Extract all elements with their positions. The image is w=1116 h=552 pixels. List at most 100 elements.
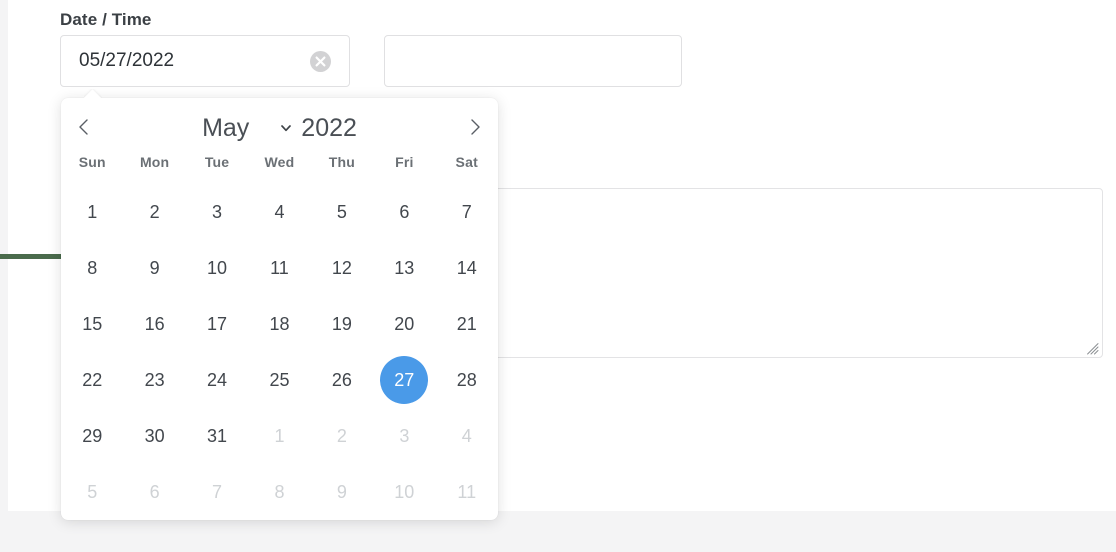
calendar-day-label: 6: [149, 481, 160, 502]
calendar-day-label: 8: [274, 481, 285, 502]
calendar-day-label: 10: [207, 257, 228, 278]
calendar-day-label: 18: [269, 313, 290, 334]
weekday-header: Wed: [264, 154, 295, 170]
date-input-value: 05/27/2022: [79, 50, 175, 71]
calendar-day-label: 5: [87, 481, 98, 502]
calendar-day-label: 12: [331, 257, 352, 278]
calendar-day[interactable]: 15: [61, 296, 123, 352]
calendar-day[interactable]: 1: [248, 408, 310, 464]
calendar-day-label: 4: [274, 201, 285, 222]
weekday-header: Sat: [455, 154, 478, 170]
calendar-day-label: 9: [149, 257, 160, 278]
calendar-day-label: 4: [461, 425, 472, 446]
calendar-day-label: 7: [212, 481, 223, 502]
year-label[interactable]: 2022: [301, 114, 357, 143]
calendar-day[interactable]: 10: [186, 240, 248, 296]
calendar-day[interactable]: 24: [186, 352, 248, 408]
calendar-day[interactable]: 5: [311, 184, 373, 240]
calendar-day-label: 20: [394, 313, 415, 334]
calendar-day-label: 1: [274, 425, 285, 446]
calendar-day[interactable]: 28: [436, 352, 498, 408]
calendar-day[interactable]: 7: [186, 464, 248, 520]
calendar-day[interactable]: 21: [436, 296, 498, 352]
calendar-day-label: 2: [336, 425, 347, 446]
calendar-day-label: 19: [331, 313, 352, 334]
calendar-day[interactable]: 18: [248, 296, 310, 352]
calendar-header: May 2022: [61, 106, 498, 150]
calendar-day[interactable]: 6: [373, 184, 435, 240]
clear-date-icon[interactable]: [310, 51, 331, 72]
calendar-day-label: 26: [331, 369, 352, 390]
calendar-day[interactable]: 2: [123, 184, 185, 240]
date-input[interactable]: 05/27/2022: [60, 35, 350, 87]
calendar-day[interactable]: 8: [61, 240, 123, 296]
calendar-day[interactable]: 4: [248, 184, 310, 240]
calendar-day[interactable]: 30: [123, 408, 185, 464]
calendar-day-label: 7: [461, 201, 472, 222]
calendar-day-label: 15: [82, 313, 103, 334]
weekday-header: Tue: [204, 154, 230, 170]
calendar-day-label: 16: [144, 313, 165, 334]
calendar-day-label: 3: [212, 201, 223, 222]
calendar-day-label: 3: [399, 425, 410, 446]
calendar-day-label: 24: [207, 369, 228, 390]
calendar-day[interactable]: 5: [61, 464, 123, 520]
calendar-day-label: 30: [144, 425, 165, 446]
calendar-day[interactable]: 3: [186, 184, 248, 240]
calendar-day[interactable]: 22: [61, 352, 123, 408]
calendar-day-label: 14: [456, 257, 477, 278]
calendar-day[interactable]: 13: [373, 240, 435, 296]
calendar-day[interactable]: 4: [436, 408, 498, 464]
page-title: Date / Time: [60, 10, 152, 29]
calendar-day-label: 6: [399, 201, 410, 222]
calendar-day-label: 10: [394, 481, 415, 502]
calendar-day[interactable]: 3: [373, 408, 435, 464]
textarea-resize-handle[interactable]: [1087, 342, 1099, 355]
calendar-day[interactable]: 17: [186, 296, 248, 352]
calendar-day-label: 21: [456, 313, 477, 334]
weekday-header-row: Sun Mon Tue Wed Thu Fri Sat: [61, 154, 498, 170]
weekday-header: Sun: [78, 154, 106, 170]
calendar-day[interactable]: 20: [373, 296, 435, 352]
popup-arrow-notch: [84, 89, 102, 98]
calendar-day[interactable]: 9: [123, 240, 185, 296]
calendar-day[interactable]: 6: [123, 464, 185, 520]
calendar-day[interactable]: 1: [61, 184, 123, 240]
calendar-day[interactable]: 9: [311, 464, 373, 520]
calendar-day-label: 2: [149, 201, 160, 222]
weekday-header: Thu: [328, 154, 356, 170]
calendar-day[interactable]: 2: [311, 408, 373, 464]
calendar-day[interactable]: 19: [311, 296, 373, 352]
calendar-day[interactable]: 14: [436, 240, 498, 296]
calendar-day-label: 28: [456, 369, 477, 390]
weekday-header: Mon: [139, 154, 170, 170]
calendar-day[interactable]: 11: [248, 240, 310, 296]
calendar-day-grid: 1 2 3 4 5 6 7 8 9 10 11 12 13 14 15 16 17 18 19 20 21 22 23 24 2…: [61, 184, 498, 520]
calendar-day[interactable]: 31: [186, 408, 248, 464]
month-label[interactable]: May: [202, 114, 249, 143]
calendar-day-label: 23: [144, 369, 165, 390]
time-input[interactable]: [384, 35, 682, 87]
calendar-day-label: 22: [82, 369, 103, 390]
calendar-day-label: 11: [457, 481, 477, 502]
calendar-day[interactable]: 10: [373, 464, 435, 520]
calendar-day-label: 29: [82, 425, 103, 446]
calendar-day[interactable]: 25: [248, 352, 310, 408]
calendar-day-selected[interactable]: 27: [373, 352, 435, 408]
calendar-day-label: 5: [336, 201, 347, 222]
calendar-day[interactable]: 7: [436, 184, 498, 240]
calendar-day-label: 25: [269, 369, 290, 390]
calendar-day-label: 9: [336, 481, 347, 502]
calendar-day[interactable]: 26: [311, 352, 373, 408]
calendar-day[interactable]: 8: [248, 464, 310, 520]
calendar-day[interactable]: 12: [311, 240, 373, 296]
calendar-day[interactable]: 23: [123, 352, 185, 408]
calendar-day-label: 8: [87, 257, 98, 278]
calendar-day-label: 13: [394, 257, 415, 278]
calendar-day-label: 17: [207, 313, 228, 334]
calendar-day[interactable]: 29: [61, 408, 123, 464]
chevron-down-icon[interactable]: [279, 121, 293, 135]
chevron-right-icon[interactable]: [458, 110, 492, 144]
calendar-day[interactable]: 11: [436, 464, 498, 520]
calendar-day[interactable]: 16: [123, 296, 185, 352]
